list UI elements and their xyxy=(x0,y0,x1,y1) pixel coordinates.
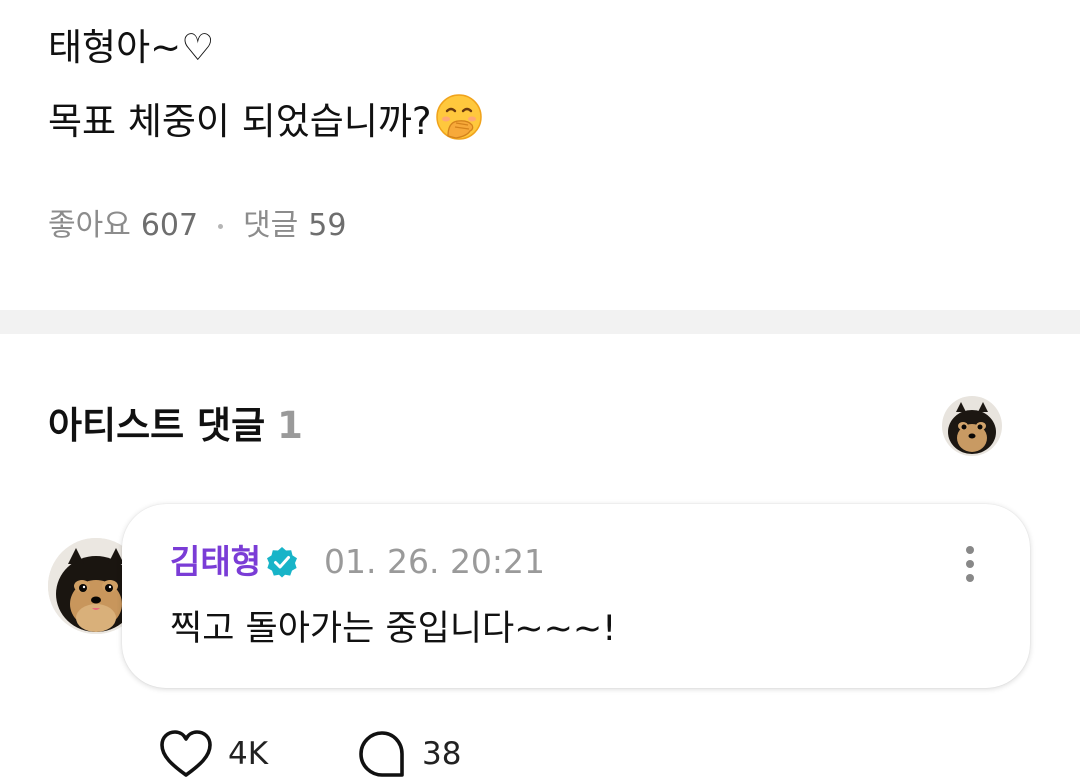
comment-text: 찍고 돌아가는 중입니다~~~! xyxy=(170,609,617,649)
likes-count: 607 xyxy=(140,208,199,243)
post-text-line-2: 목표 체중이 되었습니까? xyxy=(48,92,484,146)
reply-count: 38 xyxy=(422,736,462,772)
post-stats: 좋아요 607 댓글 59 xyxy=(48,206,346,246)
pomeranian-avatar-icon xyxy=(942,396,1002,456)
more-vertical-icon xyxy=(966,546,974,582)
artist-avatar-small[interactable] xyxy=(942,396,1002,456)
comments-label: 댓글 xyxy=(243,208,299,243)
artist-comments-count: 1 xyxy=(277,404,303,447)
likes-label: 좋아요 xyxy=(48,208,131,243)
heart-icon xyxy=(160,730,212,777)
comment-author-name[interactable]: 김태형 xyxy=(170,540,261,584)
comment-timestamp: 01. 26. 20:21 xyxy=(324,542,546,581)
hand-over-mouth-emoji-icon xyxy=(435,94,482,140)
speech-bubble-icon xyxy=(359,731,404,777)
post-text-line-2-content: 목표 체중이 되었습니까? xyxy=(48,100,432,143)
like-count: 4K xyxy=(228,736,269,772)
comments-count: 59 xyxy=(308,208,347,243)
artist-comments-title: 아티스트 댓글 1 xyxy=(48,402,303,450)
section-divider xyxy=(0,310,1080,334)
post-text-line-1: 태형아~♡ xyxy=(48,26,215,69)
artist-comments-label: 아티스트 댓글 xyxy=(48,404,266,447)
post: 태형아~♡ 목표 체중이 되었습니까? 좋아요 607 댓글 59 xyxy=(0,0,1080,310)
separator-dot xyxy=(218,224,224,229)
verified-badge-icon xyxy=(267,547,297,578)
more-options-button[interactable] xyxy=(950,542,990,586)
artist-comment-card[interactable]: 김태형 01. 26. 20:21 찍고 돌아가는 중입니다~~~! xyxy=(122,504,1030,688)
